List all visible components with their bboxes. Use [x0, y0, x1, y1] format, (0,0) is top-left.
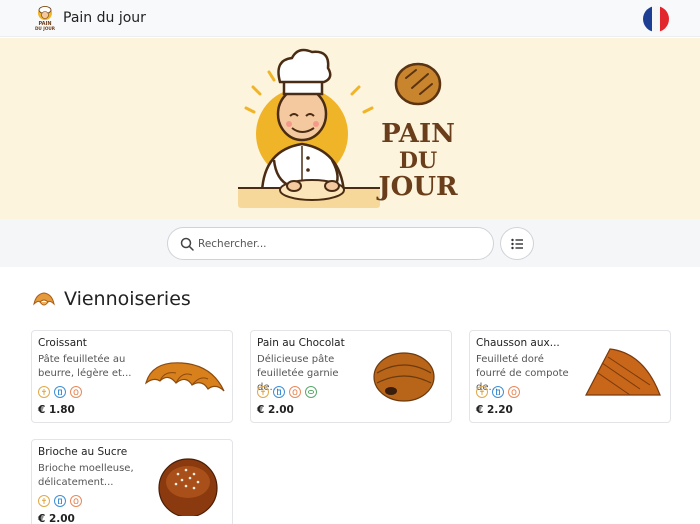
app-title[interactable]: Pain du jour [63, 10, 146, 26]
gluten-icon [38, 386, 50, 398]
search-box[interactable] [167, 227, 494, 260]
search-bar [0, 219, 700, 267]
search-input[interactable] [198, 229, 483, 258]
brand-line-3: JOUR [376, 172, 458, 202]
svg-text:DU JOUR: DU JOUR [35, 26, 56, 31]
product-price: € 2.00 [38, 513, 75, 524]
search-icon [180, 237, 194, 251]
brioche-image [158, 458, 218, 516]
brand-line-1: PAIN [381, 119, 455, 149]
bakery-logo-illustration: PAIN DU JOUR [232, 42, 472, 216]
list-view-button[interactable] [500, 227, 534, 260]
egg-icon [70, 386, 82, 398]
product-name: Brioche au Sucre [38, 446, 128, 458]
product-price: € 1.80 [38, 404, 75, 416]
product-description: Feuilleté doré fourré de compote de... [476, 354, 569, 393]
soy-icon [305, 386, 317, 398]
gluten-icon [257, 386, 269, 398]
gluten-icon [38, 495, 50, 507]
product-name: Pain au Chocolat [257, 337, 345, 349]
product-name: Croissant [38, 337, 87, 349]
section-title: Viennoiseries [64, 288, 191, 310]
product-price: € 2.20 [476, 404, 513, 416]
milk-icon [54, 386, 66, 398]
app-logo[interactable]: PAIN DU JOUR [34, 5, 56, 31]
egg-icon [70, 495, 82, 507]
pain-au-chocolat-image [373, 352, 435, 402]
chausson-image [585, 348, 661, 396]
product-card[interactable]: Croissant Pâte feuilletée au beurre, lég… [31, 330, 233, 423]
product-name: Chausson aux... [476, 337, 560, 349]
product-card[interactable]: Pain au Chocolat Délicieuse pâte feuille… [250, 330, 452, 423]
croissant-icon [33, 292, 55, 306]
fr-flag-icon[interactable] [643, 6, 669, 32]
product-description: Pâte feuilletée au beurre, légère et... [38, 354, 132, 379]
product-card[interactable]: Chausson aux... Feuilleté doré fourré de… [469, 330, 671, 423]
top-navbar: PAIN DU JOUR Pain du jour [0, 0, 700, 37]
product-price: € 2.00 [257, 404, 294, 416]
product-card[interactable]: Brioche au Sucre Brioche moelleuse, déli… [31, 439, 233, 524]
product-description: Brioche moelleuse, délicatement... [38, 463, 134, 488]
list-icon [511, 238, 523, 250]
egg-icon [289, 386, 301, 398]
gluten-icon [476, 386, 488, 398]
milk-icon [54, 495, 66, 507]
hero-banner: PAIN DU JOUR [0, 38, 700, 219]
milk-icon [273, 386, 285, 398]
milk-icon [492, 386, 504, 398]
croissant-image [144, 362, 225, 392]
egg-icon [508, 386, 520, 398]
brand-line-2: DU [399, 148, 437, 174]
